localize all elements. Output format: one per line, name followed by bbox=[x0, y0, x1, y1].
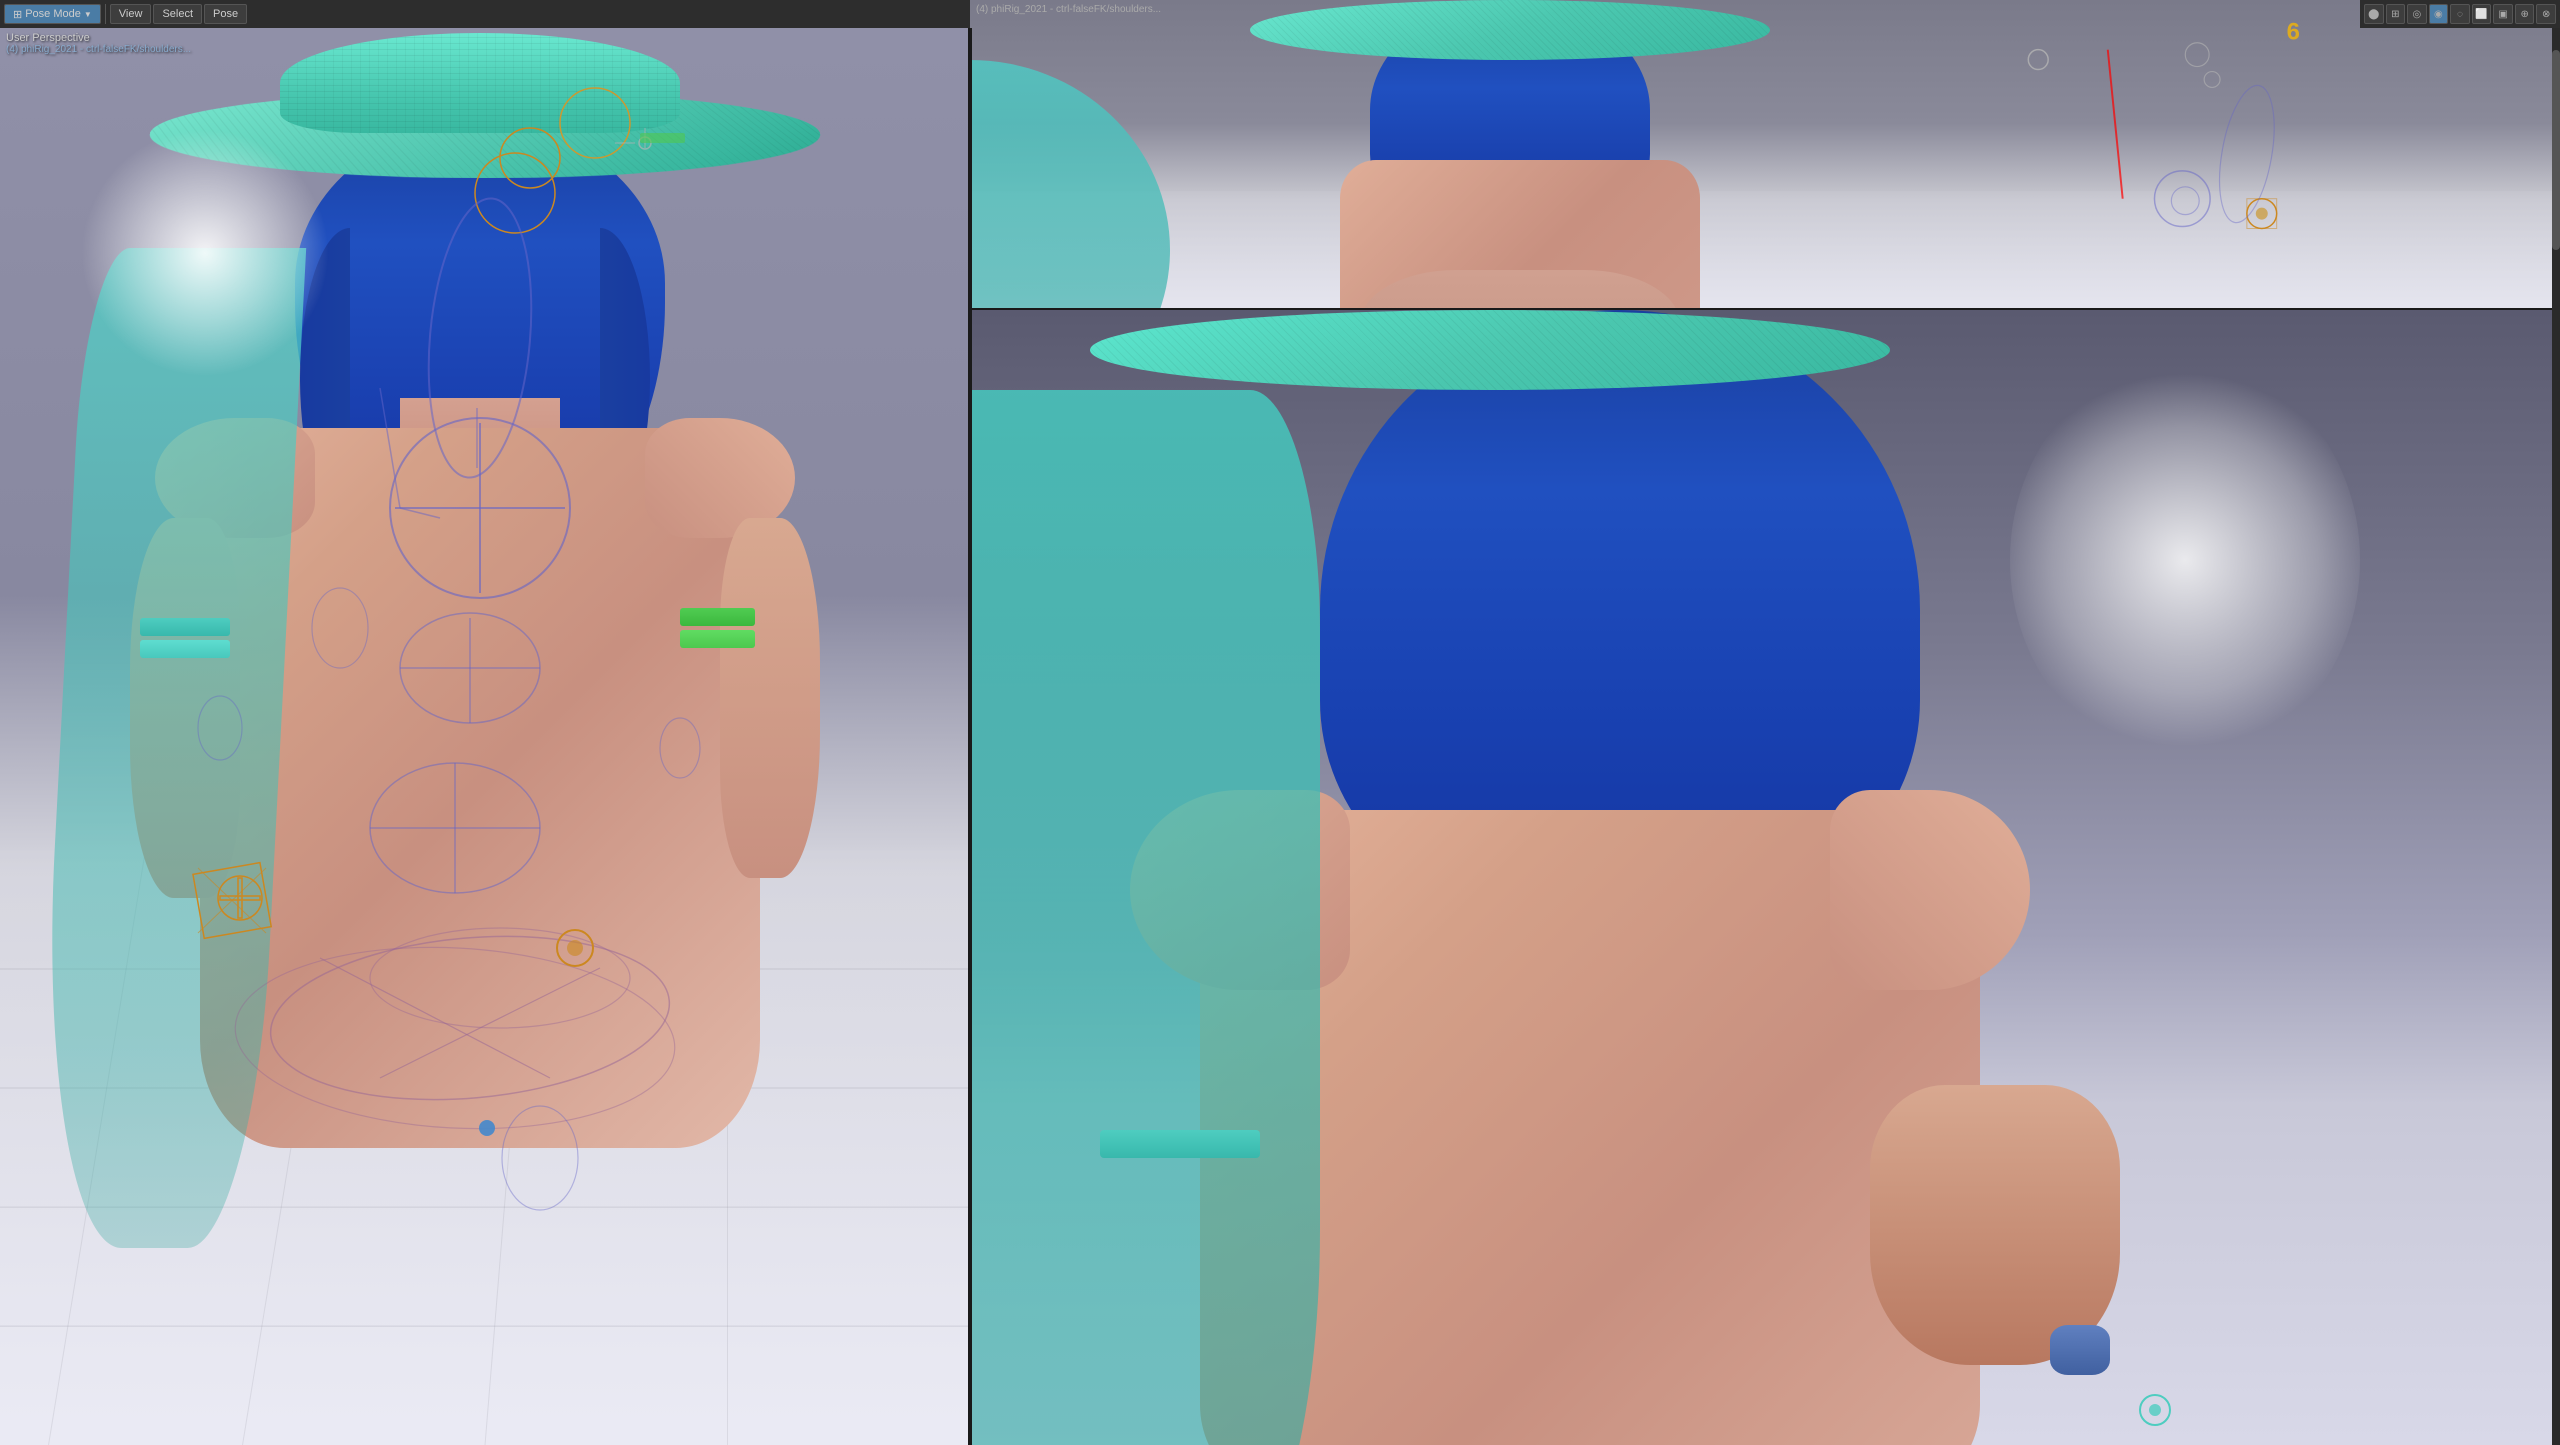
view-label: View bbox=[119, 8, 143, 20]
viewport-extra-1[interactable]: ⊕ bbox=[2515, 4, 2535, 24]
right-panel: 6 (4) phiRig_2021 - ctrl-falseFK/shoulde… bbox=[970, 0, 2560, 1445]
render-mode-icon-4[interactable]: ▣ bbox=[2493, 4, 2513, 24]
light-glow bbox=[80, 128, 330, 378]
main-3d-viewport[interactable]: User Perspective (4) phiRig_2021 - ctrl-… bbox=[0, 28, 970, 1445]
br-rig-svg bbox=[970, 310, 2560, 1445]
armband-right-2 bbox=[680, 630, 755, 648]
viewport-divider bbox=[968, 28, 972, 1445]
pose-label: Pose bbox=[213, 8, 238, 20]
pose-menu-button[interactable]: Pose bbox=[204, 4, 247, 24]
select-label: Select bbox=[162, 8, 193, 20]
render-mode-icon-1[interactable]: ◉ bbox=[2429, 4, 2449, 24]
render-mode-icon-2[interactable]: ◌ bbox=[2450, 4, 2470, 24]
viewport-gizmo-icon[interactable]: ◎ bbox=[2407, 4, 2427, 24]
pose-mode-button[interactable]: ⊞ Pose Mode ▼ bbox=[4, 4, 101, 24]
hat-top bbox=[280, 33, 680, 133]
character-arm-right bbox=[720, 518, 820, 878]
armband-left-1 bbox=[140, 618, 230, 636]
pose-mode-chevron: ▼ bbox=[84, 10, 92, 19]
viewport-top-right[interactable]: 6 (4) phiRig_2021 - ctrl-falseFK/shoulde… bbox=[970, 0, 2560, 310]
main-toolbar: ⊞ Pose Mode ▼ View Select Pose bbox=[0, 0, 970, 28]
select-menu-button[interactable]: Select bbox=[153, 4, 202, 24]
tr-rig-svg: 6 bbox=[970, 0, 2560, 308]
scrollbar[interactable] bbox=[2552, 0, 2560, 1445]
viewport-shading-icon[interactable]: ⬤ bbox=[2364, 4, 2384, 24]
viewport-controls-toolbar: ⬤ ⊞ ◎ ◉ ◌ ⬜ ▣ ⊕ ⊗ bbox=[2360, 0, 2560, 28]
sep-1 bbox=[105, 4, 106, 24]
tr-viewport-title: (4) phiRig_2021 - ctrl-falseFK/shoulders… bbox=[976, 4, 1161, 15]
pose-mode-icon: ⊞ bbox=[13, 8, 22, 21]
armband-left-2 bbox=[140, 640, 230, 658]
scrollbar-thumb[interactable] bbox=[2552, 50, 2560, 250]
viewport-extra-2[interactable]: ⊗ bbox=[2536, 4, 2556, 24]
viewport-info-text: User Perspective (4) phiRig_2021 - ctrl-… bbox=[6, 32, 191, 55]
viewport-overlay-icon[interactable]: ⊞ bbox=[2386, 4, 2406, 24]
viewport-rig-label: (4) phiRig_2021 - ctrl-falseFK/shoulders… bbox=[6, 44, 191, 55]
render-mode-icon-3[interactable]: ⬜ bbox=[2472, 4, 2492, 24]
viewport-bottom-right[interactable] bbox=[970, 310, 2560, 1445]
svg-text:6: 6 bbox=[2287, 19, 2300, 46]
viewport-perspective-label: User Perspective bbox=[6, 32, 191, 44]
armband-right-1 bbox=[680, 608, 755, 626]
pose-mode-label: Pose Mode bbox=[25, 8, 81, 20]
view-menu-button[interactable]: View bbox=[110, 4, 152, 24]
